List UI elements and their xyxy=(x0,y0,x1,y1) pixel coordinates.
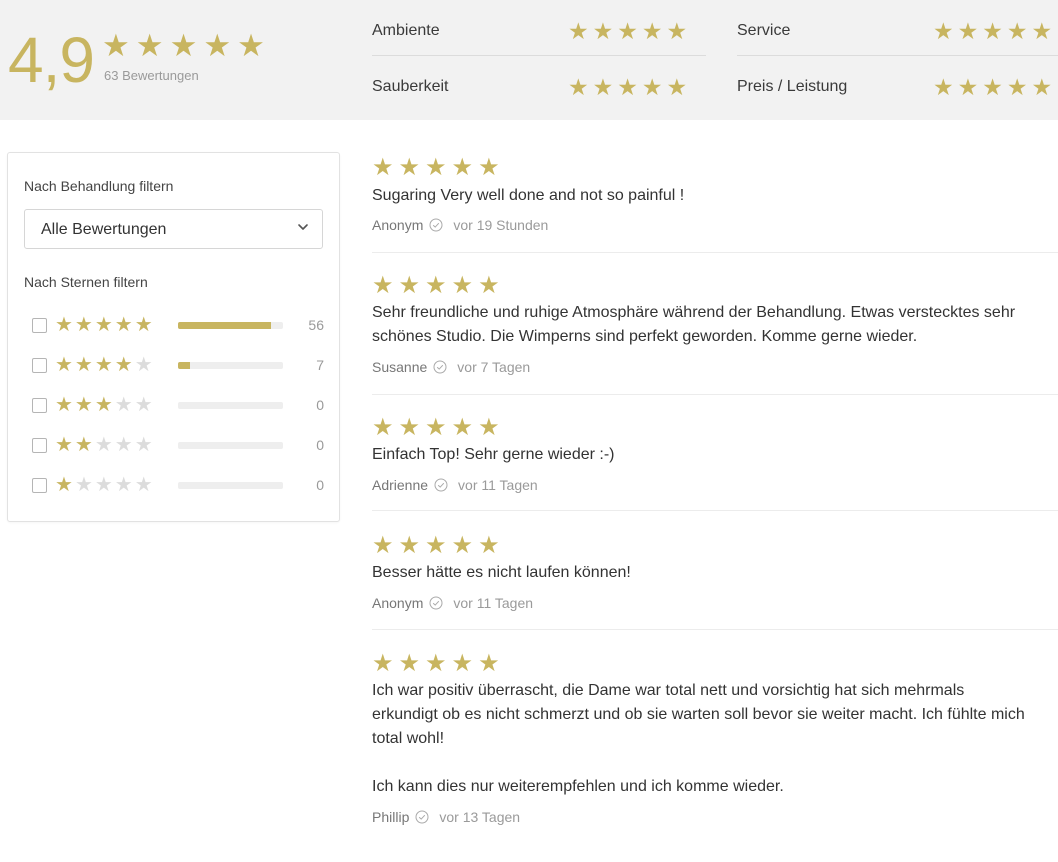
star-filter-checkbox[interactable] xyxy=(32,358,47,373)
divider xyxy=(372,510,1058,511)
review-stars-icon: ★★★★★ xyxy=(372,650,505,677)
review-stars-icon: ★★★★★ xyxy=(372,532,505,559)
category-stars-icon: ★★★★★ xyxy=(568,74,692,100)
star-filter-row-4[interactable]: ★★★★★ 7 xyxy=(32,353,324,377)
review-text: Ich war positiv überrascht, die Dame war… xyxy=(372,682,1025,795)
category-label: Ambiente xyxy=(372,22,440,39)
rating-summary: 4,9 ★★★★★ 63 Bewertungen Ambiente ★★★★★ … xyxy=(0,0,1058,120)
divider xyxy=(372,394,1058,395)
filter-panel: Nach Behandlung filtern Alle Bewertungen… xyxy=(7,152,340,522)
star-filter-checkbox[interactable] xyxy=(32,318,47,333)
review-text: Sehr freundliche und ruhige Atmosphäre w… xyxy=(372,304,1016,345)
star-rating-icon: ★★★★★ xyxy=(55,474,155,496)
star-rating-icon: ★★★★★ xyxy=(55,434,155,456)
review-author: Susanne xyxy=(372,359,428,375)
rating-count: 0 xyxy=(316,397,324,413)
review-author: Anonym xyxy=(372,595,424,611)
check-circle-icon xyxy=(415,810,429,824)
rating-bar-fill xyxy=(178,362,190,369)
check-circle-icon xyxy=(429,596,443,610)
review-author: Adrienne xyxy=(372,477,429,493)
overall-stars-icon: ★★★★★ xyxy=(102,28,271,63)
review-meta: Anonym vor 11 Tagen xyxy=(372,595,533,611)
category-stars-icon: ★★★★★ xyxy=(933,18,1057,44)
review-date: vor 19 Stunden xyxy=(453,217,549,233)
rating-count: 0 xyxy=(316,437,324,453)
rating-bar xyxy=(178,362,283,369)
star-rating-icon: ★★★★★ xyxy=(55,394,155,416)
treatment-select[interactable]: Alle Bewertungen xyxy=(24,209,323,249)
review-meta: Adrienne vor 11 Tagen xyxy=(372,477,538,493)
rating-count: 0 xyxy=(316,477,324,493)
star-filter-checkbox[interactable] xyxy=(32,438,47,453)
review-meta: Phillip vor 13 Tagen xyxy=(372,809,520,825)
rating-bar xyxy=(178,322,283,329)
review-date: vor 7 Tagen xyxy=(457,359,531,375)
check-circle-icon xyxy=(429,218,443,232)
rating-bar xyxy=(178,402,283,409)
category-ambiente: Ambiente ★★★★★ xyxy=(372,0,706,56)
star-filter-row-3[interactable]: ★★★★★ 0 xyxy=(32,393,324,417)
review-stars-icon: ★★★★★ xyxy=(372,154,505,181)
rating-bar xyxy=(178,482,283,489)
star-filter-row-5[interactable]: ★★★★★ 56 xyxy=(32,313,324,337)
check-circle-icon xyxy=(433,360,447,374)
review-date: vor 11 Tagen xyxy=(458,477,538,493)
category-service: Service ★★★★★ xyxy=(737,0,1058,56)
overall-score: 4,9 xyxy=(8,24,95,96)
rating-count: 56 xyxy=(308,317,324,333)
review-stars-icon: ★★★★★ xyxy=(372,272,505,299)
review-stars-icon: ★★★★★ xyxy=(372,414,505,441)
review-date: vor 13 Tagen xyxy=(439,809,521,825)
star-filter-row-2[interactable]: ★★★★★ 0 xyxy=(32,433,324,457)
review-text: Besser hätte es nicht laufen können! xyxy=(372,564,631,581)
review-count: 63 Bewertungen xyxy=(104,68,199,83)
category-stars-icon: ★★★★★ xyxy=(933,74,1057,100)
star-rating-icon: ★★★★★ xyxy=(55,354,155,376)
treatment-select-value: Alle Bewertungen xyxy=(41,221,167,238)
review-meta: Anonym vor 19 Stunden xyxy=(372,217,548,233)
treatment-filter-heading: Nach Behandlung filtern xyxy=(24,178,174,194)
category-label: Service xyxy=(737,22,791,39)
review-text: Sugaring Very well done and not so painf… xyxy=(372,187,685,204)
star-filter-checkbox[interactable] xyxy=(32,398,47,413)
divider xyxy=(372,252,1058,253)
chevron-down-icon xyxy=(298,224,308,230)
review-meta: Susanne vor 7 Tagen xyxy=(372,359,530,375)
rating-count: 7 xyxy=(316,357,324,373)
divider xyxy=(372,629,1058,630)
review-author: Anonym xyxy=(372,217,424,233)
category-label: Sauberkeit xyxy=(372,78,449,95)
category-sauberkeit: Sauberkeit ★★★★★ xyxy=(372,56,706,112)
rating-bar xyxy=(178,442,283,449)
check-circle-icon xyxy=(434,478,448,492)
star-filter-row-1[interactable]: ★★★★★ 0 xyxy=(32,473,324,497)
category-stars-icon: ★★★★★ xyxy=(568,18,692,44)
review-author: Phillip xyxy=(372,809,410,825)
review-text: Einfach Top! Sehr gerne wieder :-) xyxy=(372,446,615,463)
category-preis-leistung: Preis / Leistung ★★★★★ xyxy=(737,56,1058,112)
stars-filter-heading: Nach Sternen filtern xyxy=(24,274,148,290)
star-filter-checkbox[interactable] xyxy=(32,478,47,493)
review-date: vor 11 Tagen xyxy=(453,595,534,611)
rating-bar-fill xyxy=(178,322,272,329)
category-label: Preis / Leistung xyxy=(737,78,848,95)
star-rating-icon: ★★★★★ xyxy=(55,314,155,336)
